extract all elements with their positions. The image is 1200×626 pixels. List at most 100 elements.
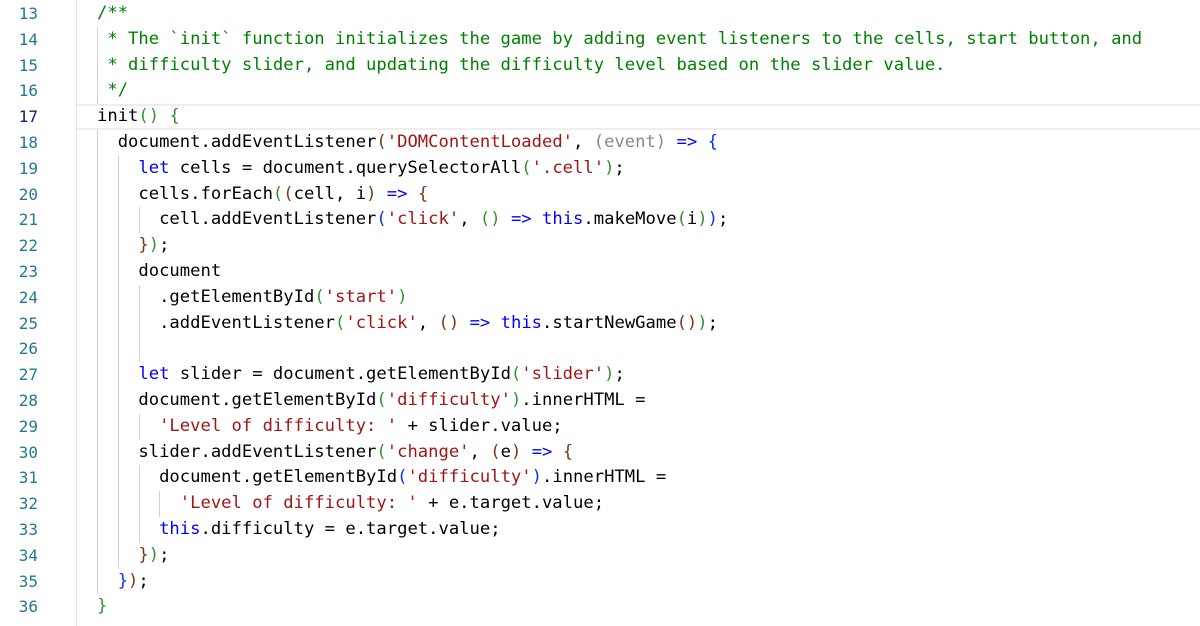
comment: /** bbox=[97, 3, 129, 23]
code-line[interactable]: 28 document.getElementById('difficulty')… bbox=[0, 387, 1200, 414]
code-line[interactable]: 23 document bbox=[0, 258, 1200, 285]
code-line[interactable]: 18 document.addEventListener('DOMContent… bbox=[0, 129, 1200, 156]
code-text: init bbox=[97, 106, 139, 127]
line-number: 22 bbox=[18, 236, 38, 256]
keyword: this bbox=[542, 209, 584, 230]
code-text: cells.forEach bbox=[97, 183, 273, 204]
keyword: this bbox=[97, 518, 201, 539]
bracket: ( bbox=[376, 209, 387, 230]
code-line[interactable]: 16 */ bbox=[0, 78, 1200, 105]
comment: */ bbox=[97, 80, 129, 101]
bracket: ( bbox=[314, 286, 325, 307]
code-text: .makeMove bbox=[583, 209, 677, 230]
line-number: 14 bbox=[18, 29, 38, 49]
code-text: .innerHTML = bbox=[542, 467, 667, 488]
bracket: ( bbox=[490, 441, 501, 462]
code-line[interactable]: 30 slider.addEventListener('change', (e)… bbox=[0, 439, 1200, 466]
comment: * The `init` function initializes the ga… bbox=[97, 28, 1143, 49]
code-content: } bbox=[97, 594, 107, 620]
line-number: 34 bbox=[18, 545, 38, 565]
bracket: ( bbox=[397, 467, 408, 488]
code-line[interactable]: 36} bbox=[0, 594, 1200, 620]
code-text: .addEventListener bbox=[97, 312, 335, 333]
bracket: () bbox=[138, 106, 160, 127]
code-text: , bbox=[417, 312, 439, 333]
code-text: , bbox=[459, 209, 480, 230]
line-number: 17 bbox=[18, 107, 38, 127]
code-line[interactable]: 34 }); bbox=[0, 542, 1200, 569]
code-line[interactable]: 19 let cells = document.querySelectorAll… bbox=[0, 155, 1200, 182]
comment: * difficulty slider, and updating the di… bbox=[97, 54, 946, 75]
line-number: 13 bbox=[18, 4, 38, 23]
code-line[interactable]: 35 }); bbox=[0, 568, 1200, 595]
code-line[interactable]: 17 init() { bbox=[0, 104, 1200, 130]
string-literal: 'Level of difficulty: ' bbox=[97, 493, 418, 514]
code-content: .getElementById('start') bbox=[97, 285, 407, 311]
code-text: ; bbox=[707, 312, 718, 333]
bracket: ) bbox=[397, 286, 408, 307]
bracket: ( bbox=[376, 441, 387, 462]
code-line[interactable]: 29 'Level of difficulty: ' + slider.valu… bbox=[0, 413, 1200, 440]
code-content: }); bbox=[97, 233, 169, 259]
string-literal: 'Level of difficulty: ' bbox=[97, 415, 398, 436]
bracket: ) bbox=[604, 364, 615, 385]
code-text: cell, i bbox=[293, 183, 367, 204]
code-text: document.getElementById bbox=[97, 389, 377, 410]
code-content: document.addEventListener('DOMContentLoa… bbox=[97, 130, 718, 156]
code-line[interactable]: 26 bbox=[0, 336, 1200, 363]
bracket: ) bbox=[366, 183, 377, 204]
code-line[interactable]: 13 /** bbox=[0, 1, 1200, 27]
code-content: document.getElementById('difficulty').in… bbox=[97, 388, 645, 414]
code-line[interactable]: 22 }); bbox=[0, 233, 1200, 259]
code-line[interactable]: 21 cell.addEventListener('click', () => … bbox=[0, 207, 1200, 234]
keyword: => bbox=[386, 183, 408, 204]
bracket: ( bbox=[272, 183, 284, 204]
code-line[interactable]: 33 this.difficulty = e.target.value; bbox=[0, 516, 1200, 543]
line-number: 21 bbox=[18, 210, 38, 230]
bracket: ) bbox=[697, 209, 708, 230]
code-content: cell.addEventListener('click', () => thi… bbox=[97, 207, 728, 233]
bracket: ( bbox=[376, 131, 387, 152]
bracket: ( bbox=[676, 209, 687, 230]
code-line[interactable]: 31 document.getElementById('difficulty')… bbox=[0, 465, 1200, 492]
bracket: ) bbox=[707, 209, 718, 230]
bracket: ) bbox=[148, 544, 160, 565]
bracket: } bbox=[97, 235, 149, 256]
keyword: => bbox=[510, 209, 532, 230]
code-content: init() { bbox=[97, 104, 180, 130]
parameter: (event) bbox=[593, 131, 667, 152]
code-text: + e.target.value; bbox=[417, 493, 605, 514]
code-line[interactable]: 24 .getElementById('start') bbox=[0, 284, 1200, 311]
code-line[interactable]: 32 'Level of difficulty: ' + e.target.va… bbox=[0, 491, 1200, 517]
line-number: 32 bbox=[18, 494, 38, 514]
code-line[interactable]: 25 .addEventListener('click', () => this… bbox=[0, 310, 1200, 337]
keyword: let bbox=[97, 364, 170, 385]
string-literal: 'difficulty' bbox=[386, 389, 511, 410]
line-number: 33 bbox=[18, 519, 38, 539]
code-line[interactable]: 27 let slider = document.getElementById(… bbox=[0, 362, 1200, 388]
bracket: } bbox=[97, 570, 129, 591]
string-literal: 'difficulty' bbox=[407, 467, 532, 488]
line-number: 16 bbox=[18, 81, 38, 101]
code-text: e bbox=[500, 441, 511, 462]
bracket: ) bbox=[531, 467, 542, 488]
line-number: 18 bbox=[18, 132, 38, 152]
code-line[interactable]: 20 cells.forEach((cell, i) => { bbox=[0, 181, 1200, 208]
line-number: 25 bbox=[18, 313, 38, 333]
line-number: 19 bbox=[18, 158, 38, 178]
code-text: , bbox=[573, 131, 594, 152]
code-line[interactable]: 14 * The `init` function initializes the… bbox=[0, 26, 1200, 53]
bracket: ( bbox=[335, 312, 346, 333]
code-text: document.getElementById bbox=[97, 467, 398, 488]
code-text: .difficulty = e.target.value; bbox=[200, 518, 501, 539]
code-line[interactable]: 15 * difficulty slider, and updating the… bbox=[0, 52, 1200, 79]
code-editor[interactable]: 13 /** 14 * The `init` function initialize… bbox=[0, 1, 1200, 620]
